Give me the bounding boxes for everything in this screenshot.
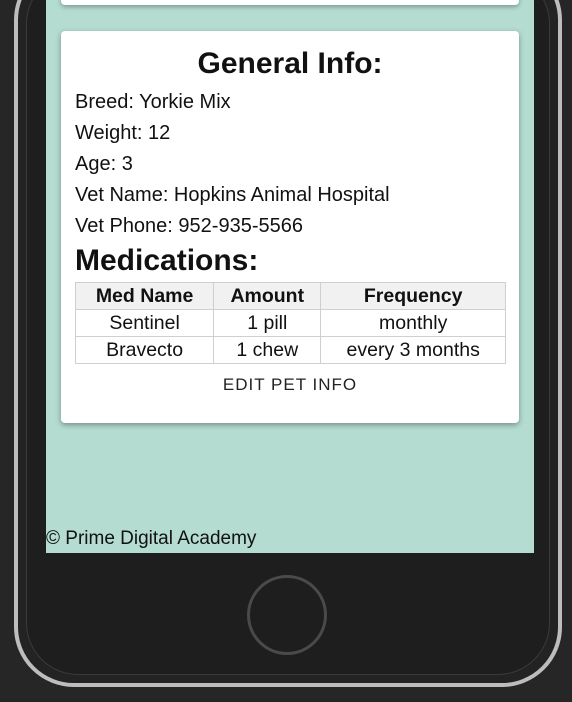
column-header-frequency: Frequency [320, 282, 506, 310]
column-header-med-name: Med Name [74, 282, 215, 310]
general-info-title: General Info: [197, 47, 383, 80]
med-name-cell: Bravecto [74, 336, 215, 364]
table-header-row: Med Name Amount Frequency [74, 282, 506, 310]
medications-title: Medications: [75, 244, 259, 277]
age-text: Age: 3 [75, 153, 133, 175]
table-row: Bravecto 1 chew every 3 months [74, 336, 506, 364]
med-name-cell: Sentinel [74, 309, 215, 337]
amount-cell: 1 chew [213, 336, 322, 364]
copyright-footer: © Prime Digital Academy [46, 528, 257, 549]
amount-cell: 1 pill [213, 309, 322, 337]
pet-info-card: General Info: Breed: Yorkie Mix Weight: … [61, 31, 519, 423]
edit-pet-info-button[interactable]: EDIT PET INFO [217, 374, 363, 396]
frequency-cell: every 3 months [320, 336, 506, 364]
vet-name-text: Vet Name: Hopkins Animal Hospital [75, 184, 390, 206]
app-screen: General Info: Breed: Yorkie Mix Weight: … [46, 0, 534, 553]
weight-text: Weight: 12 [75, 122, 171, 144]
vet-phone-text: Vet Phone: 952-935-5566 [75, 215, 303, 237]
column-header-amount: Amount [213, 282, 322, 310]
table-row: Sentinel 1 pill monthly [74, 309, 506, 337]
home-button[interactable] [247, 575, 327, 655]
previous-card [61, 0, 519, 5]
medications-table: Med Name Amount Frequency Sentinel 1 pil… [74, 282, 506, 364]
breed-text: Breed: Yorkie Mix [75, 91, 231, 113]
frequency-cell: monthly [320, 309, 506, 337]
